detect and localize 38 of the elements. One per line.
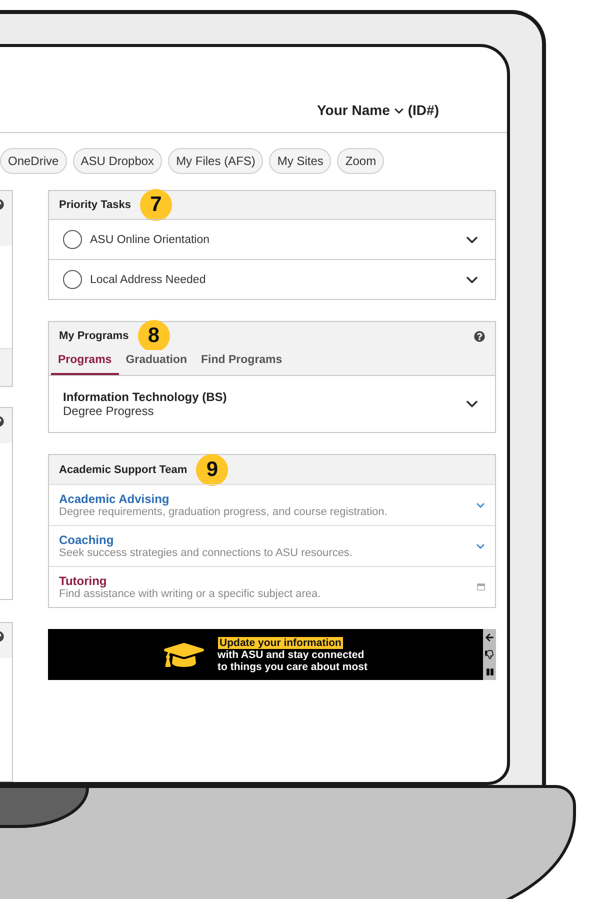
banner-text: to things you care about most bbox=[218, 660, 368, 672]
support-link[interactable]: Academic Advising bbox=[59, 492, 476, 506]
task-label: Local Address Needed bbox=[90, 274, 207, 286]
radio-circle[interactable] bbox=[63, 270, 82, 289]
banner-headline: Update your information bbox=[218, 636, 344, 648]
quick-link-button[interactable]: My Files (AFS) bbox=[168, 148, 264, 174]
tab[interactable]: Graduation bbox=[118, 350, 194, 375]
tab[interactable]: Find Programs bbox=[194, 350, 290, 375]
tab[interactable]: Programs bbox=[51, 350, 119, 375]
support-description: Find assistance with writing or a specific subject area. bbox=[59, 588, 322, 600]
pause-icon[interactable] bbox=[486, 668, 494, 676]
radio-circle[interactable] bbox=[63, 230, 82, 249]
user-name: Your Name bbox=[317, 102, 390, 118]
number-badge: 8 bbox=[138, 320, 170, 352]
card-title: My Programs bbox=[59, 330, 129, 342]
support-description: Degree requirements, graduation progress, and course registration. bbox=[59, 506, 388, 518]
card-title: Priority Tasks bbox=[59, 199, 131, 211]
task-label: ASU Online Orientation bbox=[90, 234, 211, 246]
promo-banner[interactable]: Update your information with ASU and stay connected to things you care about most bbox=[48, 629, 496, 680]
thumbs-down-icon[interactable] bbox=[485, 650, 494, 660]
quick-link-button[interactable]: Zoom bbox=[337, 148, 384, 174]
quick-link-button[interactable]: OneDrive bbox=[0, 148, 67, 174]
support-link[interactable]: Tutoring bbox=[59, 574, 477, 588]
program-name: Information Technology (BS) bbox=[63, 390, 228, 404]
user-id: (ID#) bbox=[408, 102, 439, 118]
banner-text: with ASU and stay connected bbox=[218, 648, 364, 660]
quick-link-button[interactable]: My Sites bbox=[269, 148, 332, 174]
support-link[interactable]: Coaching bbox=[59, 533, 476, 547]
program-detail: Degree Progress bbox=[63, 404, 155, 418]
card-title: Academic Support Team bbox=[59, 464, 188, 476]
number-badge: 7 bbox=[140, 189, 172, 221]
back-arrow-icon[interactable] bbox=[485, 633, 494, 642]
support-description: Seek success strategies and connections to ASU resources. bbox=[59, 547, 354, 559]
task-row[interactable]: Local Address Needed bbox=[49, 259, 495, 299]
quick-link-button[interactable]: ASU Dropbox bbox=[72, 148, 162, 174]
number-badge: 9 bbox=[196, 454, 228, 486]
help-icon[interactable] bbox=[474, 330, 485, 342]
task-row[interactable]: ASU Online Orientation bbox=[49, 219, 495, 259]
